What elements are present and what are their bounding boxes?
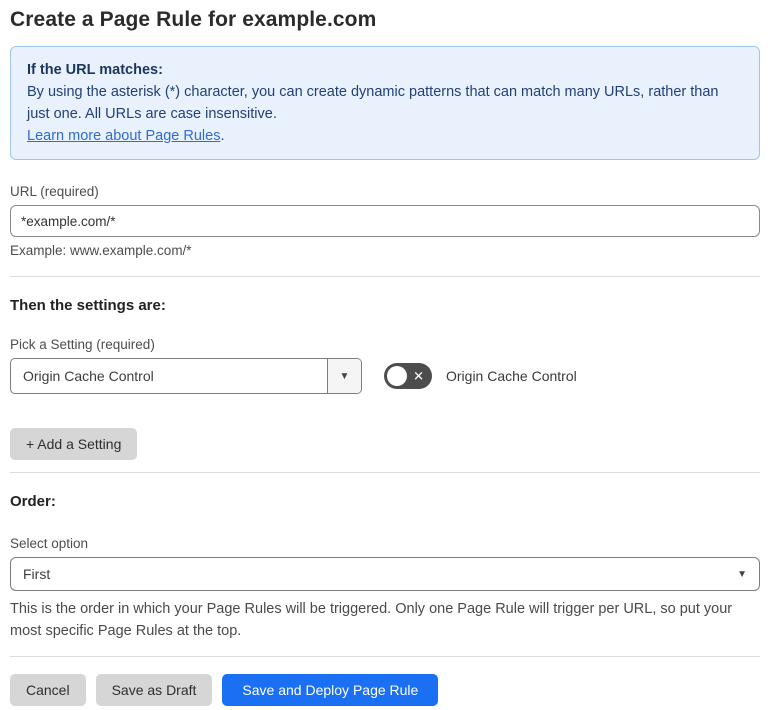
divider [10, 656, 760, 657]
origin-cache-control-toggle[interactable]: ✕ [384, 363, 432, 389]
divider [10, 472, 760, 473]
setting-row: Origin Cache Control ▼ ✕ Origin Cache Co… [10, 358, 760, 394]
setting-select-value: Origin Cache Control [23, 368, 154, 384]
setting-picker-label: Pick a Setting (required) [10, 337, 155, 352]
setting-select-caret-button[interactable]: ▼ [327, 359, 361, 393]
toggle-knob [387, 366, 407, 386]
link-suffix: . [220, 128, 225, 144]
url-field-helper: Example: www.example.com/* [10, 243, 192, 258]
url-field-label: URL (required) [10, 184, 99, 199]
page-title: Create a Page Rule for example.com [10, 8, 377, 31]
chevron-down-icon: ▼ [339, 370, 350, 382]
save-as-draft-button[interactable]: Save as Draft [95, 674, 213, 706]
url-input[interactable] [10, 205, 760, 237]
order-section-heading: Order: [10, 493, 56, 510]
order-helper-text: This is the order in which your Page Rul… [10, 601, 733, 639]
save-and-deploy-button[interactable]: Save and Deploy Page Rule [222, 674, 439, 706]
info-box-link-line: Learn more about Page Rules. [27, 125, 743, 147]
info-box-body: By using the asterisk (*) character, you… [27, 84, 719, 122]
cancel-button[interactable]: Cancel [10, 674, 86, 706]
learn-more-link[interactable]: Learn more about Page Rules [27, 128, 220, 144]
setting-select[interactable]: Origin Cache Control ▼ [10, 358, 362, 394]
info-box-heading: If the URL matches: [27, 62, 163, 78]
chevron-down-icon: ▼ [737, 568, 747, 580]
toggle-off-x-icon: ✕ [413, 368, 424, 384]
settings-section-heading: Then the settings are: [10, 297, 166, 314]
order-select-label: Select option [10, 536, 89, 551]
url-match-info-box: If the URL matches: By using the asteris… [10, 46, 760, 160]
add-setting-button[interactable]: + Add a Setting [10, 428, 138, 460]
order-select-value: First [23, 566, 51, 582]
toggle-label: Origin Cache Control [446, 368, 577, 384]
divider [10, 276, 760, 277]
page-rule-form: Create a Page Rule for example.com If th… [0, 0, 770, 706]
footer-actions: Cancel Save as Draft Save and Deploy Pag… [10, 674, 760, 706]
order-select[interactable]: First ▼ [10, 557, 760, 591]
